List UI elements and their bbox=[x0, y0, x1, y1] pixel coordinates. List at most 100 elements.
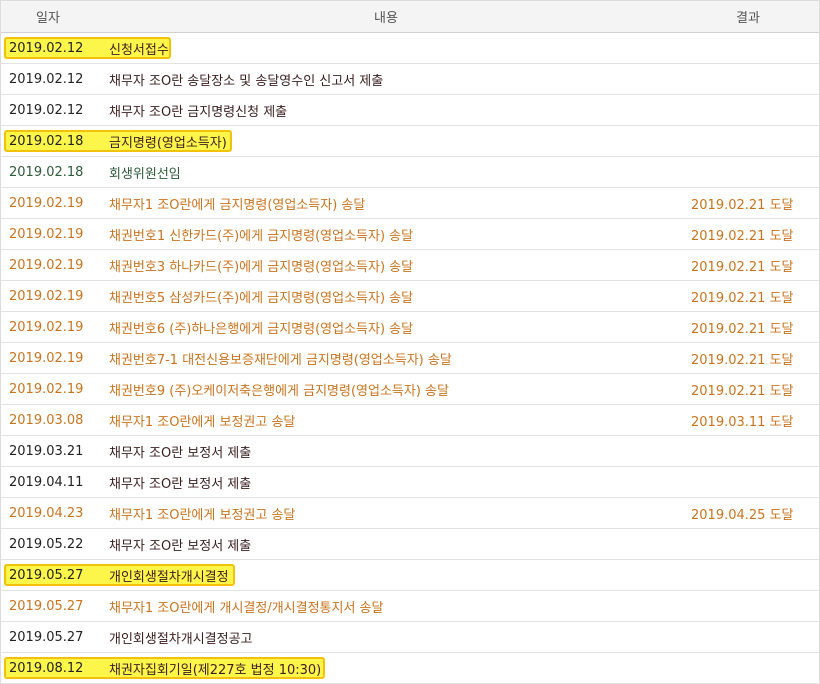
row-result: 2019.02.21 도달 bbox=[683, 318, 819, 337]
row-content: 채무자 조O란 금지명령신청 제출 bbox=[101, 101, 683, 120]
row-date-text: 2019.02.19 bbox=[9, 319, 84, 335]
row-date-text: 2019.02.19 bbox=[9, 257, 84, 273]
row-date-text: 2019.02.18 bbox=[9, 133, 84, 149]
row-content-text: 개인회생절차개시결정공고 bbox=[109, 631, 253, 647]
row-content-text: 채무자1 조O란에게 보정권고 송달 bbox=[109, 507, 296, 523]
row-content: 채무자1 조O란에게 금지명령(영업소득자) 송달 bbox=[101, 194, 683, 213]
table-row: 2019.02.19 채권번호1 신한카드(주)에게 금지명령(영업소득자) 송달… bbox=[1, 219, 819, 250]
row-date: 2019.03.08 bbox=[1, 413, 101, 428]
row-date-text: 2019.03.21 bbox=[9, 443, 84, 459]
row-date: 2019.05.27 bbox=[1, 630, 101, 645]
row-date-text: 2019.02.19 bbox=[9, 288, 84, 304]
row-date-text: 2019.02.19 bbox=[9, 350, 84, 366]
row-date-text: 2019.08.12 bbox=[9, 660, 84, 676]
row-date: 2019.02.19 bbox=[1, 382, 101, 397]
case-progress-table: 일자 내용 결과 2019.02.12 신청서접수 2019.02.12 채무자 조O… bbox=[0, 0, 820, 684]
row-content-text: 채권번호9 (주)오케이저축은행에게 금지명령(영업소득자) 송달 bbox=[109, 383, 449, 399]
row-date-text: 2019.02.12 bbox=[9, 102, 84, 118]
row-date: 2019.05.27 bbox=[1, 599, 101, 614]
row-date: 2019.02.19 bbox=[1, 258, 101, 273]
row-content-text: 채권번호3 하나카드(주)에게 금지명령(영업소득자) 송달 bbox=[109, 259, 414, 275]
row-content-text: 채권자집회기일(제227호 법정 10:30) bbox=[109, 662, 322, 678]
row-content: 채권번호3 하나카드(주)에게 금지명령(영업소득자) 송달 bbox=[101, 256, 683, 275]
row-content-text: 금지명령(영업소득자) bbox=[109, 135, 227, 151]
row-date-text: 2019.02.19 bbox=[9, 195, 84, 211]
row-date-text: 2019.03.08 bbox=[9, 412, 84, 428]
table-body: 2019.02.12 신청서접수 2019.02.12 채무자 조O란 송달장소 및 … bbox=[1, 33, 819, 684]
row-result: 2019.02.21 도달 bbox=[683, 380, 819, 399]
row-content: 채권번호9 (주)오케이저축은행에게 금지명령(영업소득자) 송달 bbox=[101, 380, 683, 399]
row-content: 채권번호7-1 대전신용보증재단에게 금지명령(영업소득자) 송달 bbox=[101, 349, 683, 368]
header-date: 일자 bbox=[36, 11, 60, 26]
table-header: 일자 내용 결과 bbox=[1, 0, 819, 33]
table-row: 2019.03.08 채무자1 조O란에게 보정권고 송달 2019.03.11 도… bbox=[1, 405, 819, 436]
row-date-text: 2019.02.18 bbox=[9, 164, 84, 180]
row-content: 회생위원선임 bbox=[101, 163, 683, 182]
row-content-text: 회생위원선임 bbox=[109, 166, 181, 182]
row-date: 2019.04.11 bbox=[1, 475, 101, 490]
row-date: 2019.02.19 bbox=[1, 351, 101, 366]
row-content-text: 채무자1 조O란에게 보정권고 송달 bbox=[109, 414, 296, 430]
table-row: 2019.05.27 개인회생절차개시결정공고 bbox=[1, 622, 819, 653]
row-content-text: 채무자 조O란 송달장소 및 송달영수인 신고서 제출 bbox=[109, 73, 384, 89]
row-content-text: 채무자1 조O란에게 개시결정/개시결정통지서 송달 bbox=[109, 600, 384, 616]
table-row: 2019.02.19 채권번호9 (주)오케이저축은행에게 금지명령(영업소득자)… bbox=[1, 374, 819, 405]
table-row: 2019.02.12 채무자 조O란 금지명령신청 제출 bbox=[1, 95, 819, 126]
row-result: 2019.03.11 도달 bbox=[683, 411, 819, 430]
table-row: 2019.02.12 신청서접수 bbox=[1, 33, 819, 64]
row-result-text: 2019.02.21 도달 bbox=[691, 228, 794, 244]
row-date: 2019.02.18 bbox=[1, 165, 101, 180]
table-row: 2019.05.27 채무자1 조O란에게 개시결정/개시결정통지서 송달 bbox=[1, 591, 819, 622]
row-content-text: 개인회생절차개시결정 bbox=[109, 569, 229, 585]
row-date: 2019.02.19 bbox=[1, 227, 101, 242]
row-result-text: 2019.02.21 도달 bbox=[691, 352, 794, 368]
header-content: 내용 bbox=[374, 11, 398, 26]
row-content: 채무자 조O란 보정서 제출 bbox=[101, 442, 683, 461]
row-result-text: 2019.02.21 도달 bbox=[691, 259, 794, 275]
row-result: 2019.02.21 도달 bbox=[683, 256, 819, 275]
row-content: 채무자 조O란 송달장소 및 송달영수인 신고서 제출 bbox=[101, 70, 683, 89]
row-content: 신청서접수 bbox=[101, 39, 683, 58]
row-date-text: 2019.04.23 bbox=[9, 505, 84, 521]
row-content-text: 채권번호5 삼성카드(주)에게 금지명령(영업소득자) 송달 bbox=[109, 290, 414, 306]
table-row: 2019.02.19 채권번호6 (주)하나은행에게 금지명령(영업소득자) 송달… bbox=[1, 312, 819, 343]
row-content-text: 채무자1 조O란에게 금지명령(영업소득자) 송달 bbox=[109, 197, 366, 213]
table-row: 2019.03.21 채무자 조O란 보정서 제출 bbox=[1, 436, 819, 467]
row-date: 2019.02.19 bbox=[1, 320, 101, 335]
row-date: 2019.02.19 bbox=[1, 289, 101, 304]
row-date-text: 2019.05.27 bbox=[9, 598, 84, 614]
table-row: 2019.02.18 회생위원선임 bbox=[1, 157, 819, 188]
row-result-text: 2019.03.11 도달 bbox=[691, 414, 794, 430]
row-date-text: 2019.05.27 bbox=[9, 567, 84, 583]
row-date: 2019.02.19 bbox=[1, 196, 101, 211]
row-content: 채권번호1 신한카드(주)에게 금지명령(영업소득자) 송달 bbox=[101, 225, 683, 244]
row-date-text: 2019.02.19 bbox=[9, 381, 84, 397]
row-content: 채권번호6 (주)하나은행에게 금지명령(영업소득자) 송달 bbox=[101, 318, 683, 337]
row-content: 채무자 조O란 보정서 제출 bbox=[101, 535, 683, 554]
row-result-text: 2019.02.21 도달 bbox=[691, 290, 794, 306]
row-date-text: 2019.04.11 bbox=[9, 474, 84, 490]
table-row: 2019.05.27 개인회생절차개시결정 bbox=[1, 560, 819, 591]
row-result: 2019.02.21 도달 bbox=[683, 194, 819, 213]
table-row: 2019.05.22 채무자 조O란 보정서 제출 bbox=[1, 529, 819, 560]
row-content: 개인회생절차개시결정공고 bbox=[101, 628, 683, 647]
table-row: 2019.02.18 금지명령(영업소득자) bbox=[1, 126, 819, 157]
row-content: 채무자1 조O란에게 보정권고 송달 bbox=[101, 411, 683, 430]
row-content: 채권번호5 삼성카드(주)에게 금지명령(영업소득자) 송달 bbox=[101, 287, 683, 306]
row-date: 2019.04.23 bbox=[1, 506, 101, 521]
row-content-text: 채권번호7-1 대전신용보증재단에게 금지명령(영업소득자) 송달 bbox=[109, 352, 452, 368]
row-date: 2019.05.22 bbox=[1, 537, 101, 552]
row-result: 2019.02.21 도달 bbox=[683, 287, 819, 306]
row-date: 2019.03.21 bbox=[1, 444, 101, 459]
row-content: 채무자1 조O란에게 개시결정/개시결정통지서 송달 bbox=[101, 597, 683, 616]
row-result-text: 2019.02.21 도달 bbox=[691, 383, 794, 399]
row-content-text: 채무자 조O란 보정서 제출 bbox=[109, 445, 252, 461]
row-content-text: 신청서접수 bbox=[109, 42, 169, 58]
row-result-text: 2019.02.21 도달 bbox=[691, 197, 794, 213]
table-row: 2019.02.19 채무자1 조O란에게 금지명령(영업소득자) 송달 2019.… bbox=[1, 188, 819, 219]
header-result: 결과 bbox=[736, 11, 760, 26]
row-date: 2019.02.12 bbox=[1, 72, 101, 87]
row-content: 채무자1 조O란에게 보정권고 송달 bbox=[101, 504, 683, 523]
row-result-text: 2019.02.21 도달 bbox=[691, 321, 794, 337]
table-row: 2019.08.12 채권자집회기일(제227호 법정 10:30) bbox=[1, 653, 819, 684]
